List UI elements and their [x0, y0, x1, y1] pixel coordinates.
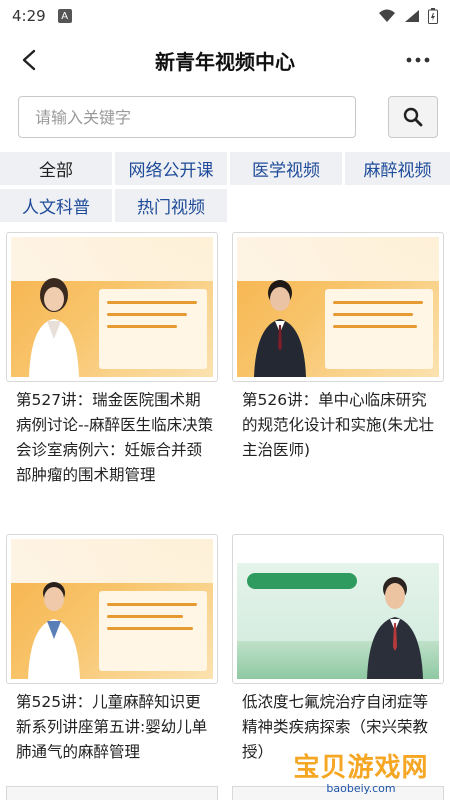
- more-dots-icon: [406, 57, 430, 63]
- video-card-peek[interactable]: [6, 786, 218, 800]
- video-title[interactable]: 第526讲：单中心临床研究的规范化设计和实施(朱尤壮主治医师): [242, 388, 442, 463]
- chevron-left-icon: [22, 49, 36, 71]
- video-thumbnail[interactable]: [6, 534, 218, 684]
- speaker-photo: [29, 278, 79, 377]
- status-bar: 4:29 A: [0, 0, 450, 32]
- tab-all[interactable]: 全部: [0, 152, 112, 185]
- speaker-photo: [254, 280, 306, 377]
- tab-online-course[interactable]: 网络公开课: [115, 152, 227, 185]
- tab-hot-video[interactable]: 热门视频: [115, 189, 227, 222]
- page-title: 新青年视频中心: [155, 49, 295, 74]
- nav-bar: 新青年视频中心: [0, 32, 450, 88]
- video-thumbnail[interactable]: [232, 232, 444, 382]
- search-bar: [18, 96, 438, 140]
- tab-humanities[interactable]: 人文科普: [0, 189, 112, 222]
- battery-icon: [428, 8, 438, 24]
- video-title[interactable]: 第527讲：瑞金医院围术期病例讨论--麻醉医生临床决策会诊室病例六：妊娠合并颈部…: [16, 388, 216, 488]
- more-button[interactable]: [400, 42, 436, 78]
- back-button[interactable]: [12, 42, 48, 78]
- video-title[interactable]: 低浓度七氟烷治疗自闭症等精神类疾病探索（宋兴荣教授）: [242, 690, 442, 765]
- video-card-peek[interactable]: [232, 786, 444, 800]
- status-time: 4:29: [12, 7, 46, 25]
- search-input[interactable]: [18, 96, 356, 138]
- wifi-icon: [379, 9, 395, 22]
- speaker-photo: [28, 582, 80, 679]
- category-tabs: 全部 网络公开课 医学视频 麻醉视频 人文科普 热门视频: [0, 152, 450, 226]
- tab-anesthesia-video[interactable]: 麻醉视频: [345, 152, 450, 185]
- speaker-photo: [367, 577, 423, 679]
- signal-icon: [405, 10, 419, 22]
- video-thumbnail[interactable]: [6, 232, 218, 382]
- video-thumbnail[interactable]: [232, 534, 444, 684]
- search-icon: [403, 107, 423, 127]
- search-button[interactable]: [388, 96, 438, 138]
- a-box-icon: A: [57, 9, 72, 23]
- video-title[interactable]: 第525讲：儿童麻醉知识更新系列讲座第五讲:婴幼儿单肺通气的麻醉管理: [16, 690, 216, 765]
- tab-medical-video[interactable]: 医学视频: [230, 152, 342, 185]
